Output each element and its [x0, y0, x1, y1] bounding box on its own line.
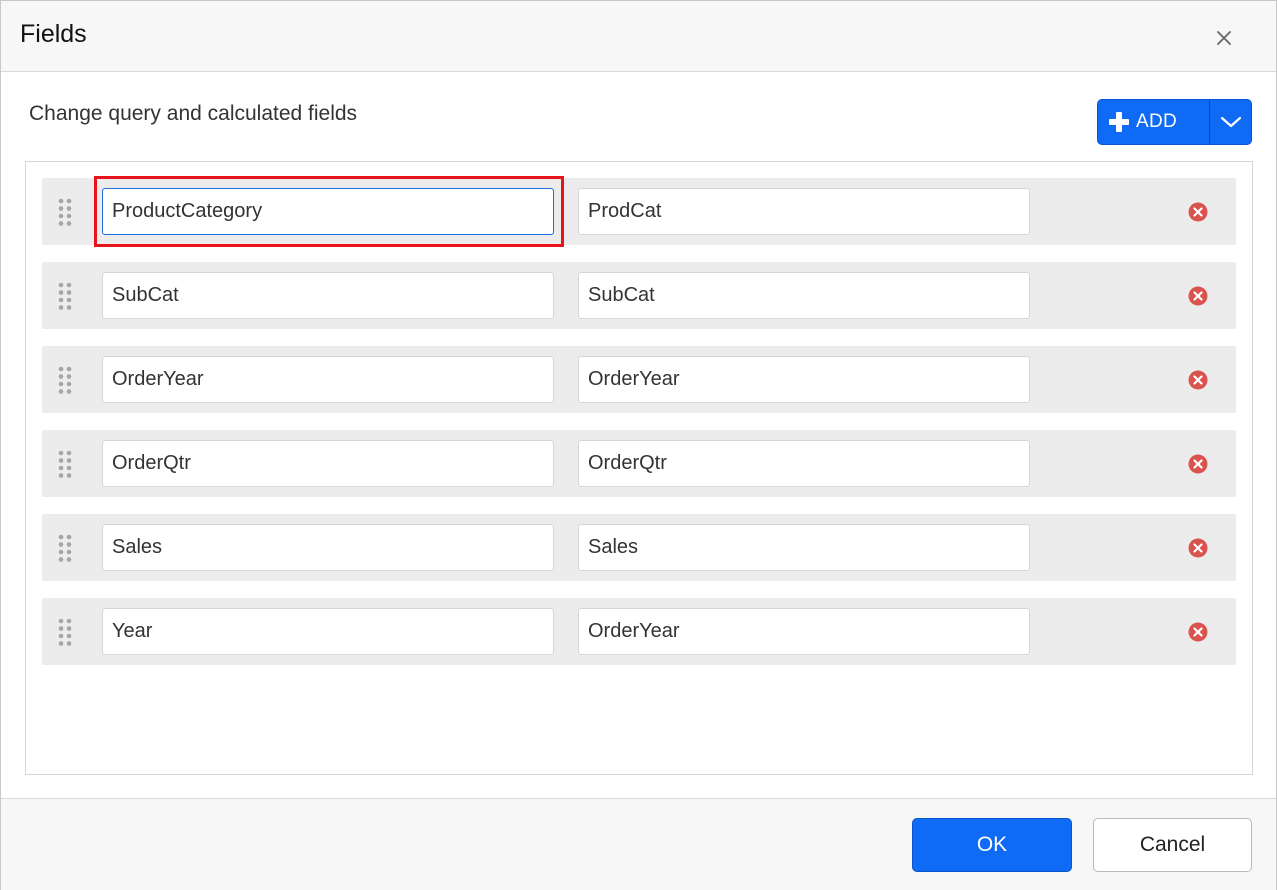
dialog-footer: OK Cancel	[1, 798, 1276, 890]
remove-circle-icon[interactable]	[1188, 538, 1208, 558]
dialog-title: Fields	[20, 20, 87, 48]
close-button[interactable]	[1208, 22, 1240, 54]
field-alias-input[interactable]	[578, 608, 1030, 655]
add-button-label: ADD	[1136, 111, 1178, 132]
field-alias-input[interactable]	[578, 272, 1030, 319]
field-row	[42, 430, 1236, 497]
field-row	[42, 262, 1236, 329]
field-name-input[interactable]	[102, 356, 554, 403]
field-name-input[interactable]	[102, 608, 554, 655]
field-name-input[interactable]	[102, 188, 554, 235]
drag-handle-icon[interactable]	[57, 533, 73, 563]
dialog-subtitle: Change query and calculated fields	[29, 102, 358, 125]
chevron-down-icon	[1220, 116, 1241, 128]
add-split-button: ADD	[1097, 99, 1252, 145]
field-row	[42, 514, 1236, 581]
field-alias-input[interactable]	[578, 524, 1030, 571]
field-row	[42, 598, 1236, 665]
field-alias-input[interactable]	[578, 356, 1030, 403]
add-button[interactable]: ADD	[1098, 100, 1209, 144]
field-name-input[interactable]	[102, 272, 554, 319]
fields-list	[25, 161, 1253, 775]
drag-handle-icon[interactable]	[57, 281, 73, 311]
fields-dialog: Fields Change query and calculated field…	[0, 0, 1277, 890]
add-dropdown-button[interactable]	[1210, 100, 1251, 144]
field-name-input[interactable]	[102, 440, 554, 487]
ok-button[interactable]: OK	[912, 818, 1072, 872]
close-icon	[1217, 31, 1231, 45]
drag-handle-icon[interactable]	[57, 365, 73, 395]
field-name-input[interactable]	[102, 524, 554, 571]
plus-icon	[1109, 112, 1129, 132]
field-row	[42, 346, 1236, 413]
remove-circle-icon[interactable]	[1188, 622, 1208, 642]
drag-handle-icon[interactable]	[57, 449, 73, 479]
field-alias-input[interactable]	[578, 188, 1030, 235]
drag-handle-icon[interactable]	[57, 197, 73, 227]
field-row	[42, 178, 1236, 245]
remove-circle-icon[interactable]	[1188, 370, 1208, 390]
cancel-button[interactable]: Cancel	[1093, 818, 1252, 872]
drag-handle-icon[interactable]	[57, 617, 73, 647]
remove-circle-icon[interactable]	[1188, 286, 1208, 306]
field-alias-input[interactable]	[578, 440, 1030, 487]
dialog-header: Fields	[1, 1, 1276, 72]
remove-circle-icon[interactable]	[1188, 454, 1208, 474]
remove-circle-icon[interactable]	[1188, 202, 1208, 222]
